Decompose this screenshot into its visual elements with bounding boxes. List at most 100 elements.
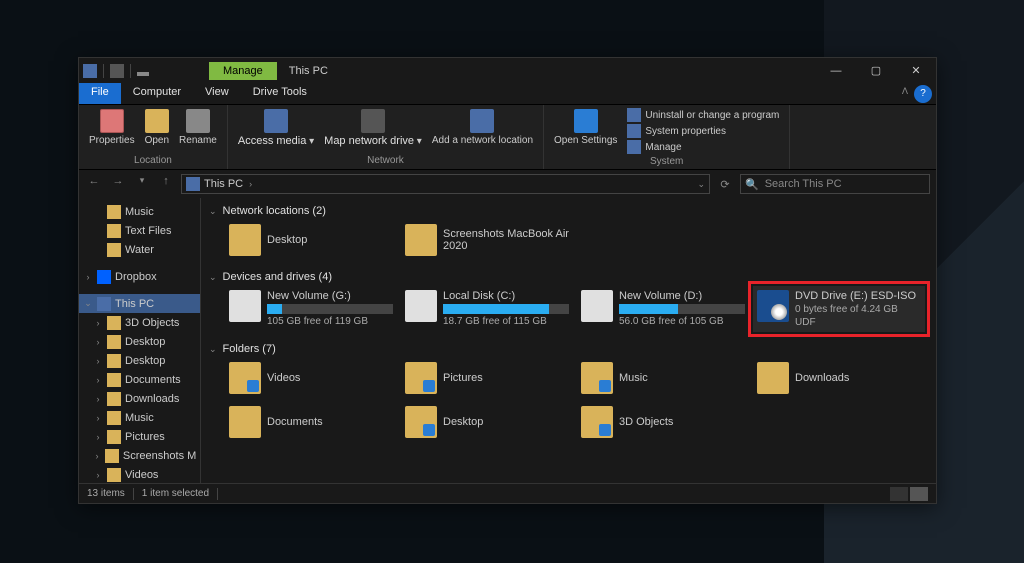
caret-icon[interactable]: › — [93, 318, 103, 328]
context-tabs: Manage This PC — [209, 62, 340, 80]
caret-icon[interactable]: › — [93, 394, 103, 404]
rename-button[interactable]: Rename — [175, 107, 221, 154]
sidebar-item-desktop[interactable]: ›Desktop — [79, 332, 200, 351]
caret-icon[interactable]: › — [93, 375, 103, 385]
open-settings-button[interactable]: Open Settings — [550, 107, 621, 155]
sidebar-item-music[interactable]: Music — [79, 202, 200, 221]
ribbon-tab-view[interactable]: View — [193, 83, 241, 104]
item-screenshots-macbook-air-2020[interactable]: Screenshots MacBook Air 2020 — [401, 220, 573, 260]
caret-icon[interactable]: › — [93, 451, 101, 461]
chevron-down-icon[interactable]: ⌄ — [209, 344, 217, 355]
sidebar-item-text-files[interactable]: Text Files — [79, 221, 200, 240]
add-network-button[interactable]: Add a network location — [428, 107, 537, 154]
maximize-button[interactable]: ▢ — [856, 58, 896, 83]
map-drive-button[interactable]: Map network drive ▾ — [320, 107, 426, 154]
sidebar-item-3d-objects[interactable]: ›3D Objects — [79, 313, 200, 332]
navigation-pane[interactable]: Music Text FilesWater ›Dropbox ⌄This PC›3D … — [79, 198, 201, 483]
drive-new-volume-g-[interactable]: New Volume (G:)105 GB free of 119 GB — [225, 286, 397, 332]
up-button[interactable]: ↑ — [157, 175, 175, 193]
pc-icon — [97, 297, 111, 311]
caret-icon[interactable]: › — [93, 413, 103, 423]
open-button[interactable]: Open — [141, 107, 173, 154]
section-header[interactable]: ⌄Devices and drives (4) — [209, 268, 928, 286]
drive-new-volume-d-[interactable]: New Volume (D:)56.0 GB free of 105 GB — [577, 286, 749, 332]
sidebar-item-water[interactable]: Water — [79, 240, 200, 259]
sidebar-item-dropbox[interactable]: ›Dropbox — [79, 267, 200, 286]
ribbon-tab-file[interactable]: File — [79, 83, 121, 104]
close-button[interactable]: ✕ — [896, 58, 936, 83]
caret-icon[interactable]: › — [93, 470, 103, 480]
item-desktop[interactable]: Desktop — [225, 220, 397, 260]
usage-bar — [267, 304, 393, 314]
chevron-down-icon[interactable]: ⌄ — [209, 206, 217, 217]
address-bar: ← → ▾ ↑ This PC › ⌄ ⟳ 🔍 Search This PC — [79, 170, 936, 198]
qat-item[interactable] — [110, 64, 124, 78]
caret-icon[interactable]: › — [93, 432, 103, 442]
help-icon[interactable]: ? — [914, 85, 932, 103]
sidebar-item-videos[interactable]: › Videos — [79, 465, 200, 483]
sidebar-item-label: Music — [125, 206, 154, 218]
section-header[interactable]: ⌄Folders (7) — [209, 340, 928, 358]
back-button[interactable]: ← — [85, 175, 103, 193]
sidebar-item-pictures[interactable]: ›Pictures — [79, 427, 200, 446]
drive-name: Local Disk (C:) — [443, 290, 569, 302]
titlebar[interactable]: Manage This PC — ▢ ✕ — [79, 58, 936, 83]
caret-icon[interactable]: › — [83, 272, 93, 282]
address-dropdown-icon[interactable]: ⌄ — [697, 179, 705, 190]
folder-icon — [107, 335, 121, 349]
drive-local-disk-c-[interactable]: Local Disk (C:)18.7 GB free of 115 GB — [401, 286, 573, 332]
folder-icon — [229, 224, 261, 256]
caret-icon[interactable]: › — [93, 337, 103, 347]
folder-icon — [107, 224, 121, 238]
sidebar-item-screenshots-macb[interactable]: ›Screenshots MacB — [79, 446, 200, 465]
qat-dropdown-icon[interactable] — [137, 72, 149, 76]
address-field[interactable]: This PC › ⌄ — [181, 174, 710, 194]
refresh-button[interactable]: ⟳ — [716, 178, 734, 191]
recent-button[interactable]: ▾ — [133, 175, 151, 193]
sidebar-item-this-pc[interactable]: ⌄This PC — [79, 294, 200, 313]
item-downloads[interactable]: Downloads — [753, 358, 925, 398]
ribbon-collapse-icon[interactable]: ᐱ — [896, 83, 914, 104]
item-label: Screenshots MacBook Air 2020 — [443, 228, 569, 252]
items-grid: VideosPictures Music Downloads DocumentsDes… — [209, 358, 928, 442]
rename-icon — [186, 109, 210, 133]
item-desktop[interactable]: Desktop — [401, 402, 573, 442]
manage-button[interactable]: Manage — [623, 139, 783, 155]
drive-dvd-drive-e-esd-iso[interactable]: DVD Drive (E:) ESD-ISO0 bytes free of 4.… — [753, 286, 925, 332]
chevron-right-icon[interactable]: › — [249, 179, 252, 189]
content-pane[interactable]: ⌄Network locations (2)DesktopScreenshots… — [201, 198, 936, 483]
tiles-view-button[interactable] — [910, 487, 928, 501]
item-videos[interactable]: Videos — [225, 358, 397, 398]
item-3d-objects[interactable]: 3D Objects — [577, 402, 749, 442]
details-view-button[interactable] — [890, 487, 908, 501]
folder-icon — [229, 362, 261, 394]
manage-icon — [627, 140, 641, 154]
sidebar-item-label: Videos — [125, 469, 158, 481]
folder-icon — [581, 406, 613, 438]
item-music[interactable]: Music — [577, 358, 749, 398]
folder-icon — [107, 411, 121, 425]
tab-manage[interactable]: Manage — [209, 62, 277, 80]
item-label: Music — [619, 372, 648, 384]
minimize-button[interactable]: — — [816, 58, 856, 83]
forward-button[interactable]: → — [109, 175, 127, 193]
caret-icon[interactable]: › — [93, 356, 103, 366]
access-media-button[interactable]: Access media ▾ — [234, 107, 318, 154]
ribbon-tab-drivetools[interactable]: Drive Tools — [241, 83, 319, 104]
folder-icon — [405, 406, 437, 438]
uninstall-button[interactable]: Uninstall or change a program — [623, 107, 783, 123]
sidebar-item-music[interactable]: ›Music — [79, 408, 200, 427]
properties-button[interactable]: Properties — [85, 107, 139, 154]
media-icon — [264, 109, 288, 133]
sidebar-item-downloads[interactable]: ›Downloads — [79, 389, 200, 408]
section-header[interactable]: ⌄Network locations (2) — [209, 202, 928, 220]
item-documents[interactable]: Documents — [225, 402, 397, 442]
item-pictures[interactable]: Pictures — [401, 358, 573, 398]
caret-icon[interactable]: ⌄ — [83, 298, 93, 309]
sidebar-item-desktop[interactable]: ›Desktop — [79, 351, 200, 370]
system-properties-button[interactable]: System properties — [623, 123, 783, 139]
search-field[interactable]: 🔍 Search This PC — [740, 174, 930, 194]
ribbon-tab-computer[interactable]: Computer — [121, 83, 193, 104]
sidebar-item-documents[interactable]: ›Documents — [79, 370, 200, 389]
chevron-down-icon[interactable]: ⌄ — [209, 272, 217, 283]
